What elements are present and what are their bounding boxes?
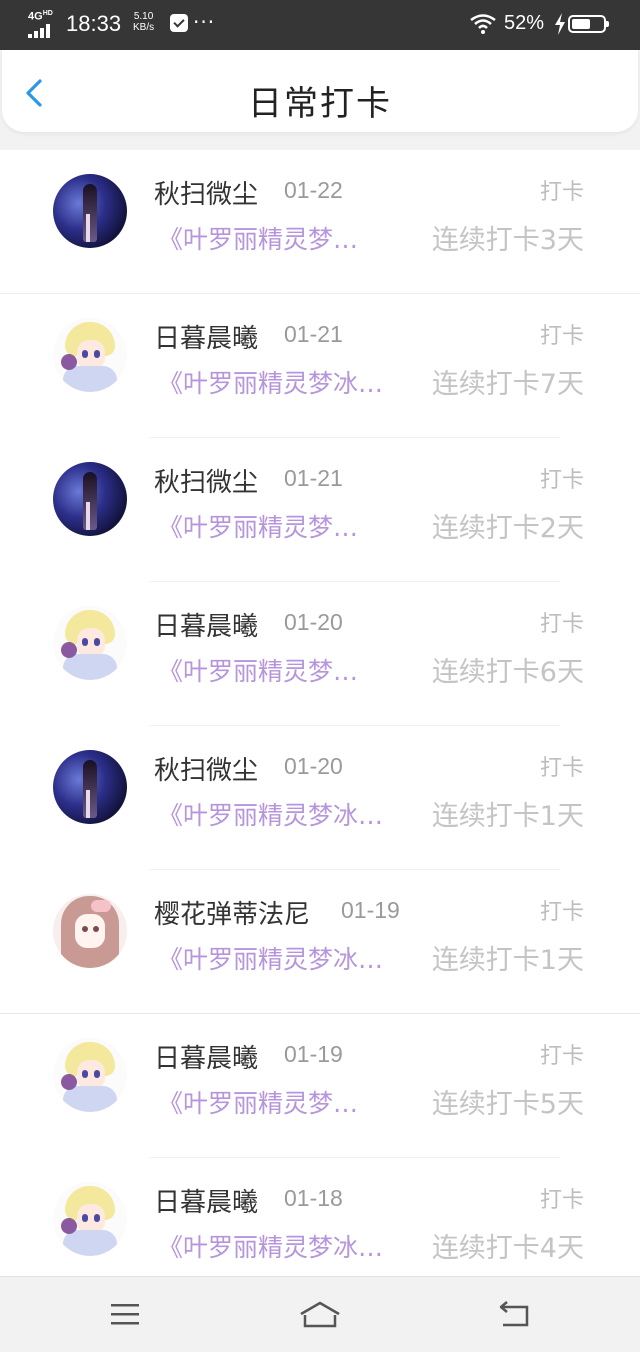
back-icon[interactable]: [495, 1299, 535, 1329]
user-name[interactable]: 日暮晨曦: [154, 1182, 258, 1219]
list-item[interactable]: 日暮晨曦 01-21 打卡 《叶罗丽精灵梦冰… 连续打卡7天: [0, 294, 640, 438]
menu-icon[interactable]: [105, 1299, 145, 1329]
book-title[interactable]: 《叶罗丽精灵梦冰…: [158, 940, 383, 976]
avatar[interactable]: [53, 174, 127, 248]
notification-app-icon: [170, 14, 188, 32]
header-background: 日常打卡: [0, 50, 640, 150]
user-name[interactable]: 樱花弹蒂法尼: [154, 894, 310, 931]
signal-icon: 4GHD: [28, 10, 58, 38]
checkin-date: 01-20: [284, 609, 343, 635]
avatar[interactable]: [53, 462, 127, 536]
status-bar: 4GHD 18:33 5.10 KB/s ··· 52%: [0, 0, 640, 50]
user-name[interactable]: 日暮晨曦: [154, 318, 258, 355]
user-name[interactable]: 秋扫微尘: [154, 462, 258, 499]
streak-text: 连续打卡3天: [431, 225, 584, 256]
checkin-date: 01-19: [341, 897, 400, 923]
battery-icon: [568, 15, 609, 33]
checkin-label: 打卡: [539, 900, 584, 925]
system-nav-bar: [0, 1276, 640, 1352]
avatar[interactable]: [53, 750, 127, 824]
streak-text: 连续打卡2天: [431, 513, 584, 544]
book-title[interactable]: 《叶罗丽精灵梦冰…: [158, 1228, 383, 1264]
list-item[interactable]: 日暮晨曦 01-20 打卡 《叶罗丽精灵梦… 连续打卡6天: [0, 582, 640, 726]
checkin-date: 01-20: [284, 753, 343, 779]
list-item[interactable]: 秋扫微尘 01-20 打卡 《叶罗丽精灵梦冰… 连续打卡1天: [0, 726, 640, 870]
checkin-date: 01-21: [284, 465, 343, 491]
avatar[interactable]: [53, 1182, 127, 1256]
streak-text: 连续打卡5天: [431, 1089, 584, 1120]
checkin-label: 打卡: [539, 468, 584, 493]
checkin-date: 01-21: [284, 321, 343, 347]
checkin-label: 打卡: [539, 324, 584, 349]
checkin-date: 01-18: [284, 1185, 343, 1211]
checkin-label: 打卡: [539, 180, 584, 205]
book-title[interactable]: 《叶罗丽精灵梦…: [158, 220, 358, 256]
more-notifications-icon: ···: [193, 10, 216, 34]
avatar[interactable]: [53, 1038, 127, 1112]
list-item[interactable]: 秋扫微尘 01-21 打卡 《叶罗丽精灵梦… 连续打卡2天: [0, 438, 640, 582]
battery-percent: 52%: [504, 12, 545, 34]
streak-text: 连续打卡1天: [431, 801, 584, 832]
user-name[interactable]: 日暮晨曦: [154, 606, 258, 643]
avatar[interactable]: [53, 894, 127, 968]
network-speed: 5.10 KB/s: [133, 11, 155, 33]
list-item[interactable]: 日暮晨曦 01-19 打卡 《叶罗丽精灵梦… 连续打卡5天: [0, 1014, 640, 1158]
list-item[interactable]: 樱花弹蒂法尼 01-19 打卡 《叶罗丽精灵梦冰… 连续打卡1天: [0, 870, 640, 1014]
clock: 18:33: [66, 11, 122, 36]
checkin-label: 打卡: [539, 756, 584, 781]
user-name[interactable]: 秋扫微尘: [154, 750, 258, 787]
book-title[interactable]: 《叶罗丽精灵梦…: [158, 508, 358, 544]
wifi-icon: [470, 14, 496, 34]
streak-text: 连续打卡1天: [431, 945, 584, 976]
checkin-list: 秋扫微尘 01-22 打卡 《叶罗丽精灵梦… 连续打卡3天 日暮晨曦 01-21…: [0, 150, 640, 1302]
book-title[interactable]: 《叶罗丽精灵梦冰…: [158, 364, 383, 400]
checkin-label: 打卡: [539, 1044, 584, 1069]
book-title[interactable]: 《叶罗丽精灵梦冰…: [158, 796, 383, 832]
checkin-date: 01-19: [284, 1041, 343, 1067]
user-name[interactable]: 日暮晨曦: [154, 1038, 258, 1075]
user-name[interactable]: 秋扫微尘: [154, 174, 258, 211]
streak-text: 连续打卡7天: [431, 369, 584, 400]
charging-icon: [555, 13, 565, 35]
home-icon[interactable]: [298, 1299, 342, 1329]
list-item[interactable]: 秋扫微尘 01-22 打卡 《叶罗丽精灵梦… 连续打卡3天: [0, 150, 640, 294]
streak-text: 连续打卡4天: [431, 1233, 584, 1264]
avatar[interactable]: [53, 318, 127, 392]
streak-text: 连续打卡6天: [431, 657, 584, 688]
avatar[interactable]: [53, 606, 127, 680]
checkin-label: 打卡: [539, 1188, 584, 1213]
checkin-label: 打卡: [539, 612, 584, 637]
book-title[interactable]: 《叶罗丽精灵梦…: [158, 652, 358, 688]
book-title[interactable]: 《叶罗丽精灵梦…: [158, 1084, 358, 1120]
checkin-date: 01-22: [284, 177, 343, 203]
network-type: 4GHD: [28, 10, 53, 23]
header: 日常打卡: [2, 50, 638, 132]
page-title: 日常打卡: [248, 84, 392, 124]
